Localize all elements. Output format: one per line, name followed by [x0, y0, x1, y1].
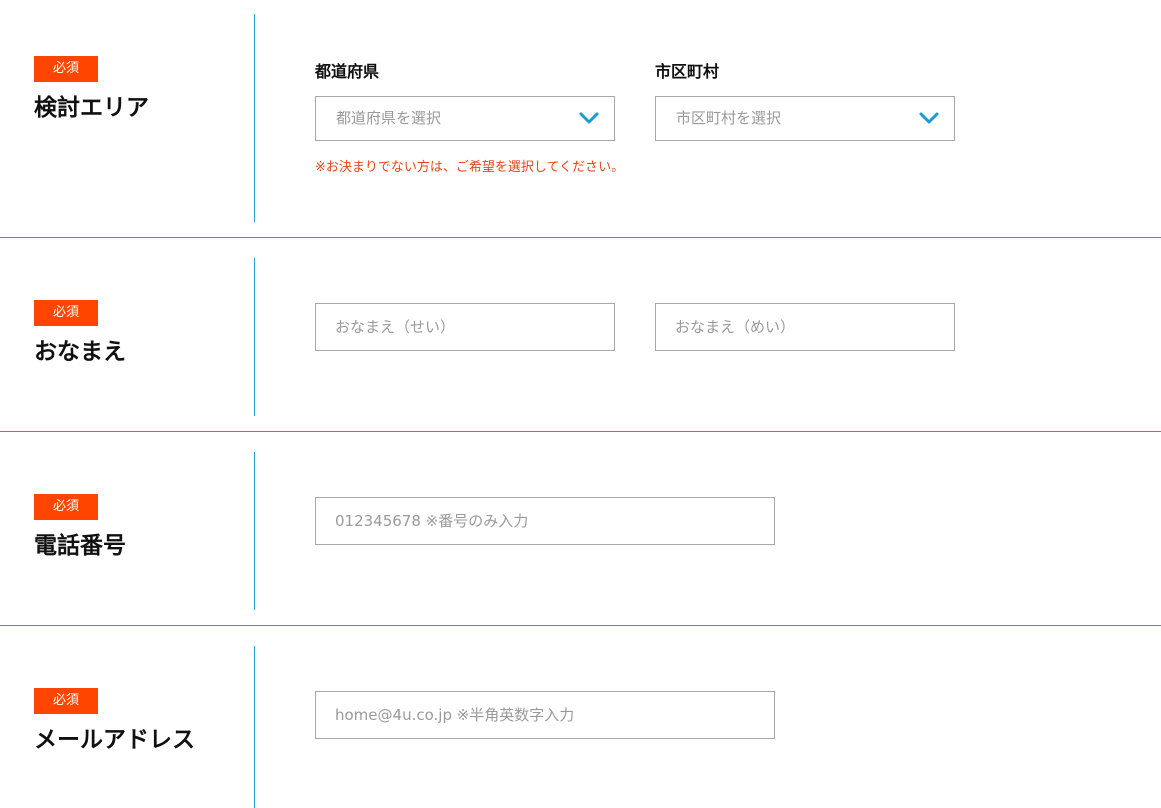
- field-label-email: メールアドレス: [34, 727, 195, 753]
- family-name-input[interactable]: [315, 303, 615, 351]
- form-row-phone: 必須 電話番号: [0, 432, 1161, 625]
- chevron-down-icon: [919, 112, 939, 124]
- required-badge: 必須: [34, 300, 98, 326]
- prefecture-select[interactable]: 都道府県を選択: [315, 96, 615, 141]
- column-divider: [254, 258, 255, 416]
- field-label-area: 検討エリア: [34, 95, 149, 121]
- required-badge: 必須: [34, 688, 98, 714]
- chevron-down-icon: [579, 112, 599, 124]
- field-label-phone: 電話番号: [34, 533, 126, 559]
- column-divider: [254, 452, 255, 610]
- city-label: 市区町村: [655, 62, 720, 81]
- required-badge: 必須: [34, 494, 98, 520]
- column-divider: [254, 14, 255, 222]
- form-row-name: 必須 おなまえ: [0, 238, 1161, 431]
- required-badge: 必須: [34, 56, 98, 82]
- city-select[interactable]: 市区町村を選択: [655, 96, 955, 141]
- given-name-input[interactable]: [655, 303, 955, 351]
- prefecture-label: 都道府県: [315, 62, 380, 81]
- city-select-value: 市区町村を選択: [676, 109, 782, 127]
- field-label-name: おなまえ: [34, 339, 126, 365]
- area-note: ※お決まりでない方は、ご希望を選択してください。: [315, 160, 625, 175]
- email-input[interactable]: [315, 691, 775, 739]
- form-row-email: 必須 メールアドレス: [0, 626, 1161, 808]
- phone-input[interactable]: [315, 497, 775, 545]
- column-divider: [254, 646, 255, 808]
- prefecture-select-value: 都道府県を選択: [336, 109, 442, 127]
- form-row-area: 必須 検討エリア 都道府県 都道府県を選択 市区町村 市区町村を選択 ※お決まり…: [0, 0, 1161, 237]
